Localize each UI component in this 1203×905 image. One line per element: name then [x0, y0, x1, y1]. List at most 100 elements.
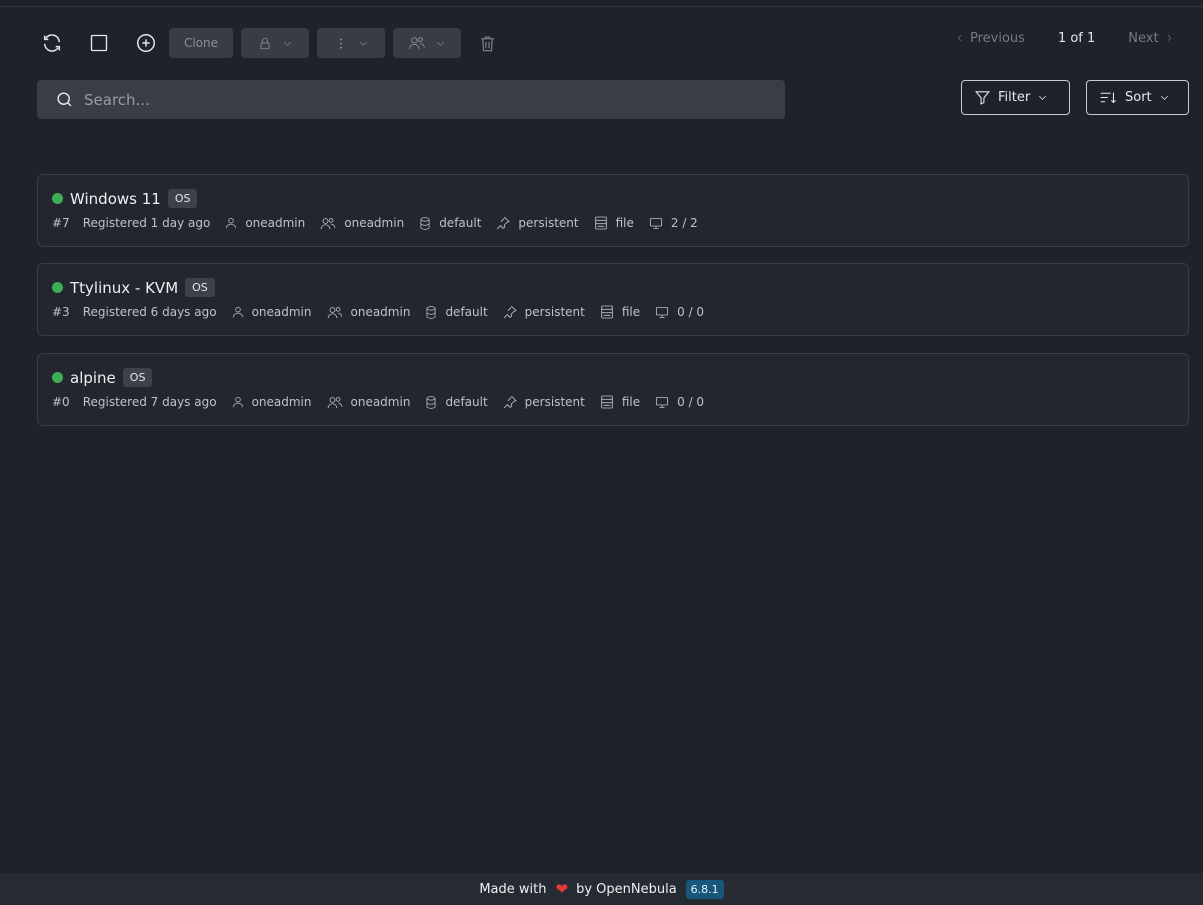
- pin-icon: [503, 395, 517, 409]
- heart-icon: ❤: [555, 880, 569, 898]
- user-icon: [232, 306, 243, 318]
- chevron-down-icon: [359, 41, 367, 46]
- more-vertical-icon: [339, 37, 342, 49]
- next-label: Next: [1128, 30, 1159, 46]
- image-type-text: file: [621, 395, 641, 409]
- owner: oneadmin: [231, 305, 312, 319]
- sort-icon: [1100, 92, 1116, 104]
- chevron-down-icon: [1160, 95, 1168, 100]
- image-type: file: [599, 394, 640, 410]
- clone-button[interactable]: Clone: [169, 28, 233, 58]
- select-all-checkbox[interactable]: [84, 28, 114, 58]
- more-actions-button[interactable]: [317, 28, 385, 58]
- group-icon: [320, 217, 336, 229]
- filter-button[interactable]: Filter: [961, 80, 1070, 115]
- sort-label: Sort: [1125, 90, 1152, 105]
- search-icon: [57, 92, 72, 107]
- sort-button[interactable]: Sort: [1086, 80, 1189, 115]
- file-archive-icon: [594, 216, 607, 230]
- image-id: #7: [52, 216, 70, 230]
- search-input[interactable]: [84, 90, 734, 109]
- group: oneadmin: [326, 395, 411, 410]
- monitor-icon: [649, 217, 662, 229]
- running-vms-text: 0 / 0: [677, 305, 705, 319]
- registered-text: Registered 7 days ago: [82, 395, 217, 409]
- image-card[interactable]: Windows 11 OS #7 Registered 1 day ago oneadm…: [37, 174, 1189, 247]
- footer: Made with ❤ by OpenNebula 6.8.1: [0, 873, 1203, 905]
- user-icon: [226, 217, 237, 229]
- toolbar: Clone: [37, 28, 502, 58]
- file-archive-icon: [601, 305, 613, 319]
- group-name: oneadmin: [350, 305, 411, 319]
- lock-menu-button[interactable]: [241, 28, 309, 58]
- persistence: persistent: [495, 215, 579, 231]
- persistence: persistent: [502, 394, 585, 410]
- running-vms-text: 2 / 2: [670, 216, 698, 230]
- owner: oneadmin: [224, 216, 305, 230]
- create-button[interactable]: [131, 28, 161, 58]
- file-archive-icon: [601, 395, 613, 409]
- card-title-row: Ttylinux - KVM OS: [52, 278, 215, 297]
- group: oneadmin: [326, 305, 411, 320]
- chevron-right-icon: [1167, 34, 1171, 42]
- running-vms-text: 0 / 0: [677, 395, 705, 409]
- previous-label: Previous: [970, 30, 1025, 46]
- version-badge: 6.8.1: [685, 879, 724, 899]
- chevron-down-icon: [283, 41, 291, 46]
- image-card[interactable]: Ttylinux - KVM OS #3 Registered 6 days ago o…: [37, 263, 1189, 336]
- persistence: persistent: [502, 304, 585, 320]
- owner-name: oneadmin: [251, 395, 312, 409]
- delete-button[interactable]: [472, 28, 502, 58]
- datastore: default: [418, 216, 481, 231]
- plus-circle-icon: [137, 34, 155, 52]
- datastore-name: default: [439, 216, 482, 230]
- owner: oneadmin: [231, 395, 312, 409]
- image-id: #3: [52, 305, 70, 319]
- group-name: oneadmin: [350, 395, 411, 409]
- image-name: Ttylinux - KVM: [70, 278, 179, 297]
- status-indicator: [52, 193, 63, 204]
- page-info: 1 of 1: [1057, 30, 1096, 46]
- ownership-menu-button[interactable]: [393, 28, 461, 58]
- filter-icon: [974, 91, 991, 105]
- previous-page-button[interactable]: Previous: [955, 31, 1025, 46]
- card-meta: #7 Registered 1 day ago oneadmin oneadmin de…: [52, 215, 712, 231]
- pin-icon: [503, 305, 517, 319]
- chevron-down-icon: [437, 41, 444, 46]
- datastore-name: default: [445, 395, 488, 409]
- persistence-text: persistent: [518, 216, 579, 230]
- image-type: file: [599, 304, 640, 320]
- registered-time: Registered 7 days ago: [83, 395, 217, 409]
- image-type: file: [593, 215, 634, 231]
- datastore: default: [424, 305, 488, 320]
- group-icon: [327, 306, 342, 318]
- registered-text: Registered 1 day ago: [82, 216, 211, 230]
- group-icon: [327, 396, 342, 408]
- card-title-row: Windows 11 OS: [52, 189, 198, 208]
- pin-icon: [497, 216, 511, 230]
- card-meta: #3 Registered 6 days ago oneadmin oneadmin d…: [52, 304, 718, 320]
- monitor-icon: [656, 306, 669, 318]
- type-badge: OS: [185, 278, 215, 297]
- chevron-down-icon: [1039, 95, 1047, 100]
- image-card[interactable]: alpine OS #0 Registered 7 days ago oneadmin o…: [37, 353, 1189, 426]
- refresh-button[interactable]: [37, 28, 67, 58]
- next-page-button[interactable]: Next: [1128, 31, 1173, 46]
- type-badge: OS: [122, 368, 153, 387]
- datastore-icon: [426, 395, 436, 409]
- group: oneadmin: [319, 216, 404, 231]
- footer-made-with: Made with: [479, 881, 547, 897]
- group-name: oneadmin: [344, 216, 405, 230]
- group-icon: [409, 37, 425, 50]
- card-title-row: alpine OS: [52, 368, 153, 387]
- lock-icon: [260, 37, 269, 49]
- chevron-left-icon: [957, 34, 962, 42]
- monitor-icon: [656, 396, 669, 408]
- datastore-icon: [426, 305, 436, 319]
- datastore: default: [424, 395, 488, 410]
- datastore-name: default: [445, 305, 488, 319]
- search-bar: [37, 80, 785, 119]
- owner-name: oneadmin: [245, 216, 306, 230]
- running-vms: 0 / 0: [654, 395, 704, 410]
- registered-text: Registered 6 days ago: [82, 305, 217, 319]
